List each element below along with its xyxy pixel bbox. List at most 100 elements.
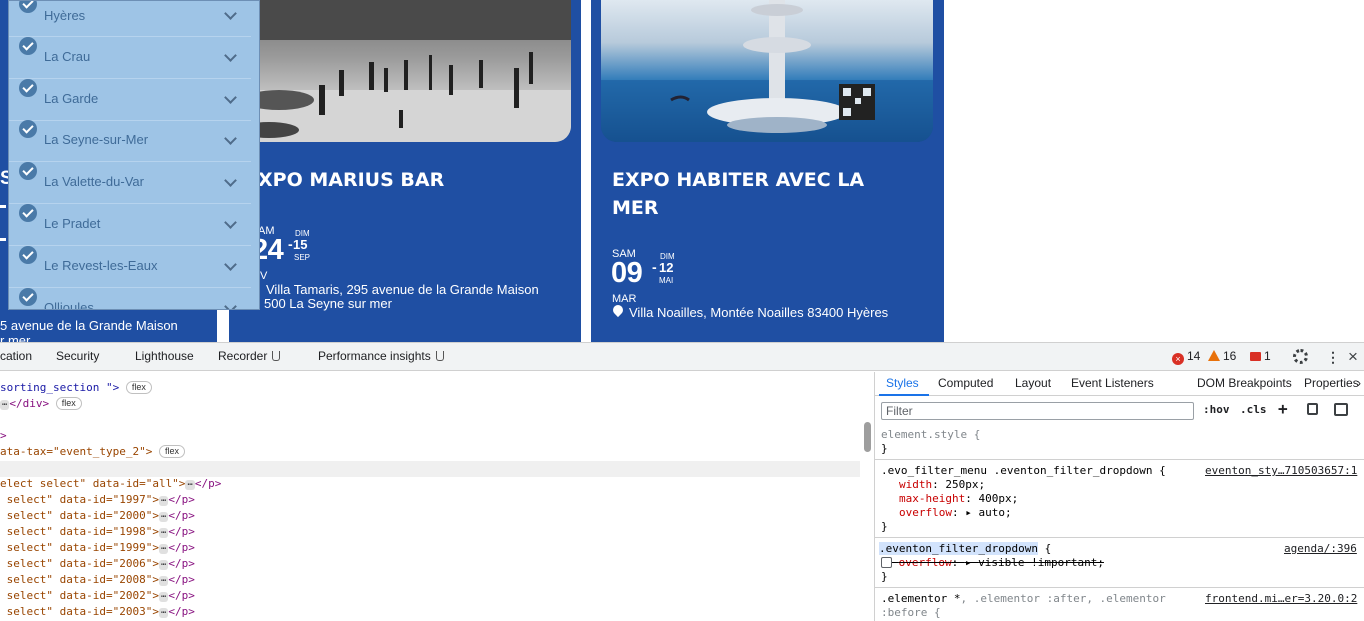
more-options-icon[interactable]: ⋮ bbox=[1326, 349, 1340, 366]
filter-dropdown[interactable]: Hyères La Crau La Garde La Seyne-sur-Mer… bbox=[8, 0, 260, 310]
property-checkbox[interactable] bbox=[881, 557, 892, 568]
tab-performance-insights[interactable]: Performance insights bbox=[318, 349, 444, 363]
rule-source-link[interactable]: eventon_sty…710503657:1 bbox=[1205, 464, 1357, 477]
rule-selector[interactable]: .eventon_filter_dropdown { bbox=[879, 542, 1051, 556]
devtools-tab-bar: cation Security Lighthouse Recorder Perf… bbox=[0, 343, 1364, 371]
dropdown-item[interactable]: Le Pradet bbox=[9, 204, 251, 246]
chevron-down-icon[interactable] bbox=[224, 300, 237, 309]
dom-node-line[interactable]: elect select" data-id="all"> ⋯ </p> bbox=[0, 476, 221, 492]
event-image bbox=[229, 0, 571, 142]
tab-application[interactable]: cation bbox=[0, 349, 32, 363]
warning-count[interactable]: 16 bbox=[1208, 349, 1236, 363]
tab-event-listeners[interactable]: Event Listeners bbox=[1071, 376, 1154, 390]
event-title[interactable]: MER bbox=[612, 194, 659, 222]
css-property-overridden[interactable]: overflow: ▸ visible !important; bbox=[881, 556, 1104, 570]
ellipsis-icon[interactable]: ⋯ bbox=[158, 496, 169, 506]
expand-triangle-icon[interactable]: ▸ bbox=[965, 556, 978, 569]
ellipsis-icon[interactable]: ⋯ bbox=[158, 528, 169, 538]
chevron-right-icon[interactable]: › bbox=[1357, 376, 1361, 390]
dropdown-item-label: Ollioules bbox=[44, 300, 94, 310]
dropdown-item[interactable]: La Crau bbox=[9, 37, 251, 79]
error-count[interactable]: × 14 bbox=[1172, 349, 1200, 365]
settings-gear-icon[interactable] bbox=[1293, 349, 1308, 364]
chevron-down-icon[interactable] bbox=[224, 49, 237, 62]
dom-node-text: select" data-id="2006"> bbox=[0, 557, 159, 570]
dropdown-item[interactable]: La Seyne-sur-Mer bbox=[9, 120, 251, 162]
element-style-rule[interactable]: element.style { bbox=[881, 428, 980, 442]
dom-node-line[interactable]: ⋯ </div> flex bbox=[0, 396, 82, 412]
tab-computed[interactable]: Computed bbox=[938, 376, 993, 390]
chevron-down-icon[interactable] bbox=[224, 132, 237, 145]
css-property-value: 400px; bbox=[978, 492, 1019, 505]
rule-source-link[interactable]: frontend.mi…er=3.20.0:2 bbox=[1205, 592, 1357, 605]
css-property-value: visible !important; bbox=[978, 556, 1104, 569]
sidebar-toggle-icon[interactable] bbox=[1334, 403, 1348, 416]
styles-filter-input[interactable]: Filter bbox=[881, 402, 1194, 420]
expand-triangle-icon[interactable]: ▸ bbox=[965, 506, 978, 519]
flex-badge[interactable]: flex bbox=[55, 397, 82, 410]
chevron-down-icon[interactable] bbox=[224, 216, 237, 229]
rule-selector[interactable]: .elementor *, .elementor :after, .elemen… bbox=[881, 592, 1166, 606]
hover-state-toggle[interactable]: :hov bbox=[1203, 403, 1230, 416]
dom-node-line[interactable]: select" data-id="2002"> ⋯ </p> bbox=[0, 588, 195, 604]
paint-brush-icon[interactable] bbox=[1307, 403, 1318, 415]
add-rule-icon[interactable]: + bbox=[1278, 399, 1288, 418]
ellipsis-icon[interactable]: ⋯ bbox=[158, 544, 169, 554]
css-property[interactable]: max-height: 400px; bbox=[899, 492, 1018, 506]
rule-separator bbox=[875, 537, 1364, 538]
dropdown-item[interactable]: Hyères bbox=[9, 1, 251, 37]
dom-node-line[interactable]: select" data-id="1999"> ⋯ </p> bbox=[0, 540, 195, 556]
ellipsis-icon[interactable]: ⋯ bbox=[158, 592, 169, 602]
dom-node-line[interactable]: select" data-id="2008"> ⋯ </p> bbox=[0, 572, 195, 588]
dropdown-item[interactable]: Le Revest-les-Eaux bbox=[9, 246, 251, 288]
flex-badge[interactable]: flex bbox=[158, 445, 185, 458]
dom-node-line[interactable]: select" data-id="1997"> ⋯ </p> bbox=[0, 492, 195, 508]
message-count[interactable]: 1 bbox=[1250, 349, 1271, 363]
chevron-down-icon[interactable] bbox=[224, 174, 237, 187]
ellipsis-icon[interactable]: ⋯ bbox=[0, 400, 10, 410]
ellipsis-icon[interactable]: ⋯ bbox=[158, 560, 169, 570]
tab-styles[interactable]: Styles bbox=[886, 376, 919, 390]
ellipsis-icon[interactable]: ⋯ bbox=[158, 576, 169, 586]
dom-node-line[interactable]: select" data-id="2000"> ⋯ </p> bbox=[0, 508, 195, 524]
elements-scrollbar[interactable] bbox=[864, 422, 871, 452]
dom-node-line[interactable]: select" data-id="2003"> ⋯ </p> bbox=[0, 604, 195, 620]
dropdown-scrollbar[interactable] bbox=[259, 1, 260, 181]
rule-source-link[interactable]: agenda/:396 bbox=[1284, 542, 1357, 555]
event-title[interactable]: EXPO HABITER AVEC LA bbox=[612, 166, 864, 194]
tab-dom-breakpoints[interactable]: DOM Breakpoints bbox=[1197, 376, 1292, 390]
dom-node-line[interactable]: select" data-id="2006"> ⋯ </p> bbox=[0, 556, 195, 572]
class-toggle[interactable]: .cls bbox=[1240, 403, 1267, 416]
tab-security[interactable]: Security bbox=[56, 349, 99, 363]
dropdown-item[interactable]: La Valette-du-Var bbox=[9, 162, 251, 204]
close-icon[interactable]: × bbox=[1348, 347, 1358, 367]
css-property[interactable]: width: 250px; bbox=[899, 478, 985, 492]
dom-node-line[interactable]: ata-tax="event_type_2"> flex bbox=[0, 444, 185, 460]
dom-node-text: select" data-id="1999"> bbox=[0, 541, 159, 554]
selected-row-highlight bbox=[0, 461, 860, 477]
tab-recorder[interactable]: Recorder bbox=[218, 349, 281, 363]
dom-node-line[interactable]: > bbox=[0, 428, 7, 444]
flex-badge[interactable]: flex bbox=[125, 381, 152, 394]
chevron-down-icon[interactable] bbox=[224, 91, 237, 104]
dropdown-item[interactable]: La Garde bbox=[9, 79, 251, 121]
rule-selector[interactable]: :before { bbox=[881, 606, 941, 620]
event-card[interactable]: XPO MARIUS BAR AM 24 - DIM 15 SEP V Vill… bbox=[229, 0, 581, 342]
chevron-down-icon[interactable] bbox=[224, 258, 237, 271]
dom-node-line[interactable]: sorting_section "> flex bbox=[0, 380, 152, 396]
tab-lighthouse[interactable]: Lighthouse bbox=[135, 349, 194, 363]
tab-layout[interactable]: Layout bbox=[1015, 376, 1051, 390]
ellipsis-icon[interactable]: ⋯ bbox=[158, 512, 169, 522]
ellipsis-icon[interactable]: ⋯ bbox=[185, 480, 195, 490]
event-title[interactable]: XPO MARIUS BAR bbox=[258, 166, 444, 194]
rule-selector[interactable]: .evo_filter_menu .eventon_filter_dropdow… bbox=[881, 464, 1166, 478]
check-circle-icon bbox=[19, 120, 37, 138]
chevron-down-icon[interactable] bbox=[224, 7, 237, 20]
dropdown-item[interactable]: Ollioules bbox=[9, 288, 251, 310]
dom-node-line[interactable]: select" data-id="1998"> ⋯ </p> bbox=[0, 524, 195, 540]
tab-properties[interactable]: Properties bbox=[1304, 376, 1359, 390]
css-property[interactable]: overflow: ▸ auto; bbox=[899, 506, 1012, 520]
ellipsis-icon[interactable]: ⋯ bbox=[158, 608, 169, 618]
elements-tree[interactable]: sorting_section "> flex ⋯ </div> flex > a… bbox=[0, 372, 871, 621]
event-card[interactable]: EXPO HABITER AVEC LA MER SAM 09 - DIM 12… bbox=[591, 0, 944, 342]
